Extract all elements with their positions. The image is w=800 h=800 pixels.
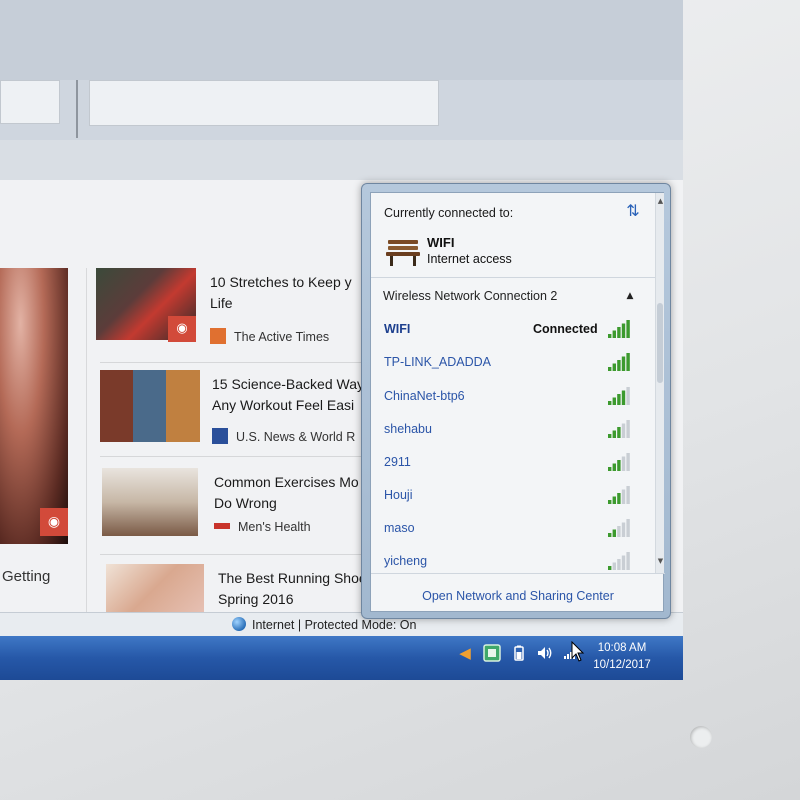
action-center-icon[interactable]	[483, 644, 501, 662]
signal-strength-icon	[608, 551, 632, 571]
mouse-cursor-icon	[571, 640, 585, 663]
network-item[interactable]: ChinaNet-btp6	[371, 382, 655, 412]
hero-image[interactable]: ◉	[0, 268, 68, 544]
adapter-group-label[interactable]: Wireless Network Connection 2	[383, 289, 557, 303]
divider	[371, 573, 665, 574]
network-item[interactable]: 2911	[371, 448, 655, 478]
network-ssid: yicheng	[384, 554, 428, 568]
network-item[interactable]: maso	[371, 514, 655, 544]
article-source: U.S. News & World R	[212, 428, 355, 444]
browser-top	[0, 0, 683, 180]
system-clock[interactable]: 10:08 AM 10/12/2017	[586, 640, 658, 674]
source-logo-icon	[212, 428, 228, 444]
article-card[interactable]: Common Exercises Mo Do Wrong Men's Healt…	[96, 468, 396, 563]
volume-icon[interactable]	[536, 644, 554, 662]
divider	[86, 268, 87, 618]
signal-strength-icon	[608, 485, 632, 505]
connected-header: Currently connected to:	[384, 206, 514, 220]
article-card[interactable]: 15 Science-Backed Way Any Workout Feel E…	[96, 370, 396, 465]
bezel-dot	[690, 726, 712, 748]
page-tile[interactable]	[0, 80, 60, 124]
divider	[100, 362, 370, 363]
current-network-name: WIFI	[427, 235, 455, 250]
article-source: The Active Times	[210, 328, 329, 344]
network-list-scrollbar[interactable]: ▲ ▼	[655, 193, 664, 573]
article-thumbnail[interactable]	[100, 370, 200, 442]
network-item[interactable]: Houji	[371, 481, 655, 511]
signal-strength-icon	[608, 319, 632, 339]
network-state: Connected	[533, 322, 598, 336]
network-panel: Currently connected to: ⇅ WIFI Internet …	[370, 192, 665, 612]
signal-strength-icon	[608, 419, 632, 439]
open-network-center-link[interactable]: Open Network and Sharing Center	[371, 589, 665, 603]
scroll-thumb[interactable]	[657, 303, 663, 383]
article-source: Men's Health	[214, 520, 311, 534]
flag-icon[interactable]: ◀	[456, 644, 474, 662]
network-ssid: Houji	[384, 488, 413, 502]
divider	[100, 456, 370, 457]
scroll-down-icon[interactable]: ▼	[656, 555, 665, 567]
network-ssid: shehabu	[384, 422, 432, 436]
signal-strength-icon	[608, 352, 632, 372]
camera-icon: ◉	[168, 316, 196, 342]
chevron-up-icon[interactable]: ▲	[623, 289, 637, 303]
browser-chrome	[0, 0, 683, 80]
network-item[interactable]: TP-LINK_ADADDA	[371, 348, 655, 378]
hero-caption[interactable]: Getting	[2, 568, 50, 585]
signal-strength-icon	[608, 386, 632, 406]
page-tile[interactable]	[89, 80, 439, 126]
network-ssid: ChinaNet-btp6	[384, 389, 465, 403]
network-ssid: 2911	[384, 455, 411, 469]
source-logo-icon	[210, 328, 226, 344]
camera-icon: ◉	[40, 508, 68, 536]
bench-network-icon	[385, 237, 421, 267]
scroll-up-icon[interactable]: ▲	[656, 195, 665, 207]
network-ssid: WIFI	[384, 322, 411, 336]
signal-strength-icon	[608, 452, 632, 472]
article-thumbnail[interactable]	[102, 468, 198, 536]
battery-icon[interactable]	[510, 644, 528, 662]
current-network-status: Internet access	[427, 252, 512, 266]
refresh-icon[interactable]: ⇅	[623, 201, 643, 221]
signal-strength-icon	[608, 518, 632, 538]
divider	[100, 554, 370, 555]
network-item-wifi[interactable]: WIFI Connected	[371, 315, 655, 345]
clock-time: 10:08 AM	[597, 642, 647, 654]
network-flyout: Currently connected to: ⇅ WIFI Internet …	[361, 183, 671, 619]
divider	[76, 80, 78, 138]
network-item[interactable]: shehabu	[371, 415, 655, 445]
globe-icon	[232, 617, 246, 631]
divider	[371, 277, 655, 278]
network-ssid: TP-LINK_ADADDA	[384, 355, 491, 369]
clock-date: 10/12/2017	[593, 659, 651, 671]
article-card[interactable]: ◉ 10 Stretches to Keep y Life The Active…	[96, 268, 396, 363]
page-background	[0, 140, 683, 180]
network-ssid: maso	[384, 521, 415, 535]
source-logo-icon	[214, 523, 230, 529]
article-thumbnail[interactable]	[106, 564, 204, 612]
security-status[interactable]: Internet | Protected Mode: On	[232, 617, 416, 632]
